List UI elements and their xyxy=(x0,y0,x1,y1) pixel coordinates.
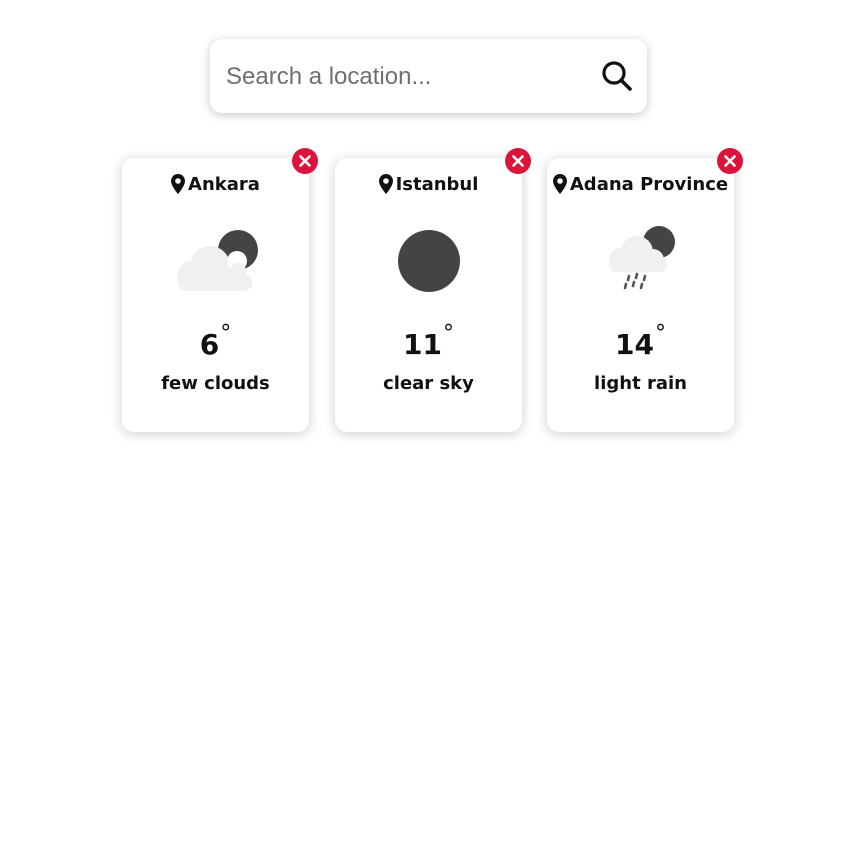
location-name: Adana Province xyxy=(569,173,729,195)
weather-card: Adana Province 14° light rain xyxy=(547,148,743,432)
temperature: 11° xyxy=(335,321,522,361)
location-pin-icon xyxy=(171,174,186,194)
location-pin-icon xyxy=(378,174,393,194)
weather-card: Ankara 6° few clouds xyxy=(122,148,318,432)
few-clouds-night-icon xyxy=(177,230,258,291)
temperature-value: 11 xyxy=(403,328,442,361)
clear-sky-night-icon xyxy=(398,230,460,292)
search-button[interactable] xyxy=(599,58,635,94)
search-bar xyxy=(210,39,647,113)
card-location: Istanbul xyxy=(335,171,522,197)
temperature: 14° xyxy=(547,321,734,361)
weather-description: few clouds xyxy=(161,373,270,394)
degree-symbol: ° xyxy=(442,321,454,346)
light-rain-night-icon xyxy=(609,226,675,290)
temperature-value: 14 xyxy=(615,328,654,361)
temperature-value: 6 xyxy=(199,328,220,361)
weather-description: light rain xyxy=(594,373,687,394)
temperature: 6° xyxy=(122,321,309,361)
weather-card: Istanbul 11° clear sky xyxy=(335,148,531,432)
weather-description: clear sky xyxy=(383,373,474,394)
search-icon xyxy=(602,61,632,91)
card-location: Ankara xyxy=(122,171,309,197)
degree-symbol: ° xyxy=(220,321,232,346)
location-pin-icon xyxy=(552,174,567,194)
degree-symbol: ° xyxy=(654,321,666,346)
location-name: Ankara xyxy=(188,173,260,195)
location-name: Istanbul xyxy=(395,173,479,195)
search-input[interactable] xyxy=(224,55,588,99)
card-location: Adana Province xyxy=(547,171,734,197)
